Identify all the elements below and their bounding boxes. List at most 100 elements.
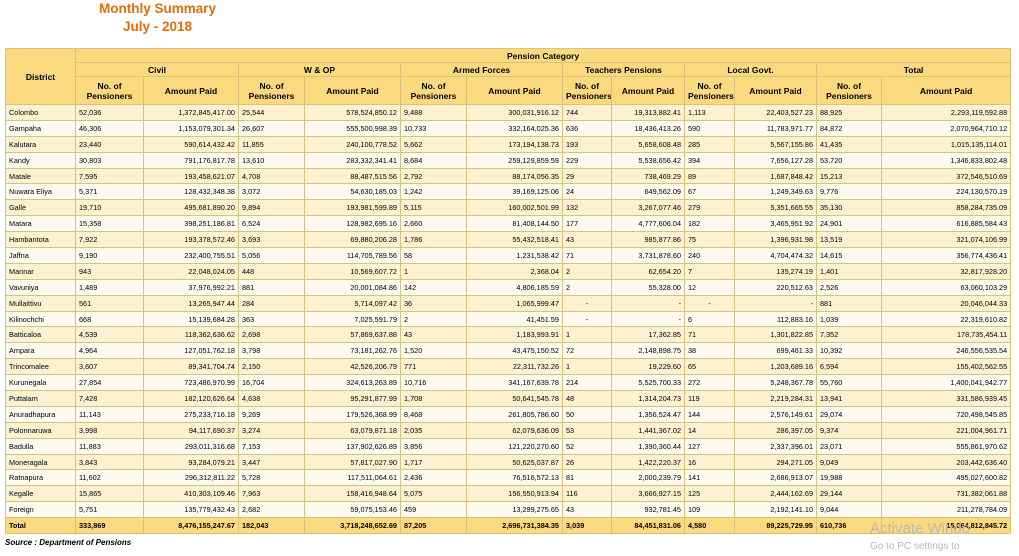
amount-paid-cell: 193,378,572.46 xyxy=(143,231,239,249)
pensioners-count-cell: 48 xyxy=(562,390,612,407)
amount-paid-cell: 1,390,360.44 xyxy=(611,437,685,455)
amount-paid-cell: 649,562.09 xyxy=(611,183,685,201)
amount-paid-cell: 246,556,535.54 xyxy=(880,342,1012,360)
pensioners-count-cell: 4,580 xyxy=(684,517,735,535)
pensioners-count-cell: 81 xyxy=(562,469,612,487)
amount-paid-cell: 321,074,106.99 xyxy=(880,231,1012,249)
pensioners-count-cell: 744 xyxy=(562,104,612,121)
amount-paid-cell: 22,319,610.82 xyxy=(880,310,1012,328)
amount-paid-cell: 495,681,890.20 xyxy=(143,199,239,217)
district-cell: Kilinochchi xyxy=(5,310,76,328)
pensioners-count-cell: 561 xyxy=(75,294,144,312)
report-title: Monthly Summary July - 2018 xyxy=(95,0,220,36)
amount-paid-cell: 398,251,186.81 xyxy=(143,215,239,233)
district-cell: Kegalle xyxy=(5,485,76,503)
amount-paid-cell: 300,031,916.12 xyxy=(466,104,563,121)
pensioners-count-cell: 668 xyxy=(75,310,144,328)
district-cell: Matara xyxy=(5,215,76,233)
pensioners-count-cell: 1,113 xyxy=(684,104,735,121)
amount-paid-cell: 220,512.63 xyxy=(734,278,817,296)
amount-paid-cell: 259,129,859.59 xyxy=(466,151,563,169)
pensioners-count-cell: 2,526 xyxy=(816,278,882,296)
pensioners-count-cell: 5,728 xyxy=(238,469,305,487)
amount-paid-cell: 118,362,636.62 xyxy=(143,326,239,344)
pensioners-count-cell: 2 xyxy=(400,310,467,328)
amount-paid-cell: 720,498,545.85 xyxy=(880,405,1012,423)
amount-paid-cell: 76,516,572.13 xyxy=(466,469,563,487)
amount-paid-cell: 19,313,882.41 xyxy=(611,104,685,121)
amount-paid-cell: 1,396,931.98 xyxy=(734,231,817,249)
pensioners-count-cell: 14,615 xyxy=(816,247,882,264)
pensioners-count-cell: 23,071 xyxy=(816,437,882,455)
amount-paid-cell: 731,382,061.88 xyxy=(880,485,1012,503)
pensioners-count-cell: 15,865 xyxy=(75,485,144,503)
pensioners-count-cell: 943 xyxy=(75,262,144,280)
district-cell: Kandy xyxy=(5,151,76,169)
amount-paid-cell: 121,220,270.60 xyxy=(466,437,563,455)
pensioners-count-cell: 2,150 xyxy=(238,358,305,376)
pensioners-count-cell: 71 xyxy=(684,326,735,344)
amount-paid-cell: 18,436,413.26 xyxy=(611,119,685,137)
amount-paid-cell: 2,070,964,710.12 xyxy=(880,119,1012,137)
amount-paid-cell: 13,265,947.44 xyxy=(143,294,239,312)
amount-paid-cell: 17,362.85 xyxy=(611,326,685,344)
pensioners-count-cell: 3,039 xyxy=(562,517,612,535)
table-row: Kalutara 23,440 590,614,432.42 11,855 240,10… xyxy=(5,135,1012,153)
pensioners-count-cell: 285 xyxy=(684,135,735,153)
pensioners-count-cell: 193 xyxy=(562,135,612,153)
pensioners-count-cell: 3,447 xyxy=(238,453,305,471)
amount-paid-cell: 3,267,077.46 xyxy=(611,199,685,217)
header-amount-paid: Amount Paid xyxy=(143,76,239,105)
table-row: Trincomalee 3,607 89,341,704.74 2,150 42,526… xyxy=(5,358,1012,376)
pensioners-count-cell: 10,392 xyxy=(816,342,882,360)
amount-paid-cell: 155,402,562.55 xyxy=(880,358,1012,376)
amount-paid-cell: 178,735,454.11 xyxy=(880,326,1012,344)
amount-paid-cell: 261,805,786.60 xyxy=(466,405,563,423)
source-note: Source : Department of Pensions xyxy=(5,538,132,547)
pensioners-count-cell: 4,708 xyxy=(238,167,305,185)
amount-paid-cell: 495,027,600.82 xyxy=(880,469,1012,487)
pensioners-count-cell: 3,798 xyxy=(238,342,305,360)
pensioners-count-cell: 4,539 xyxy=(75,326,144,344)
amount-paid-cell: 5,567,155.86 xyxy=(734,135,817,153)
pensioners-count-cell: 16 xyxy=(684,453,735,471)
header-no-of-pensioners: No. of Pensioners xyxy=(238,76,305,105)
table-row: Matale 7,595 193,458,621.07 4,708 88,487,515… xyxy=(5,167,1012,185)
table-row: Puttalam 7,428 182,120,626.64 4,638 95,291,8… xyxy=(5,390,1012,407)
amount-paid-cell: 1,203,689.16 xyxy=(734,358,817,376)
amount-paid-cell: 332,164,025.36 xyxy=(466,119,563,137)
pensioners-count-cell: 23,440 xyxy=(75,135,144,153)
header-pension-category: Pension Category xyxy=(74,48,1012,63)
amount-paid-cell: 50,625,037.87 xyxy=(466,453,563,471)
amount-paid-cell: 88,174,056.35 xyxy=(466,167,563,185)
pensioners-count-cell: 13,941 xyxy=(816,390,882,407)
pensioners-count-cell: 363 xyxy=(238,310,305,328)
table-row: Ratnapura 11,602 296,312,811.22 5,728 117,51… xyxy=(5,469,1012,487)
amount-paid-cell: 54,630,185.03 xyxy=(304,183,401,201)
table-row: Anuradhapura 11,143 275,233,716.18 9,269 179… xyxy=(5,405,1012,423)
amount-paid-cell: 3,731,878.60 xyxy=(611,247,685,264)
pensioners-count-cell: 3,607 xyxy=(75,358,144,376)
district-cell: Hambantota xyxy=(5,231,76,249)
amount-paid-cell: 95,291,877.99 xyxy=(304,390,401,407)
amount-paid-cell: 1,231,538.42 xyxy=(466,247,563,264)
pensioners-count-cell: 65 xyxy=(684,358,735,376)
pensioners-count-cell: 2,660 xyxy=(400,215,467,233)
pensioners-count-cell: 29 xyxy=(562,167,612,185)
district-cell: Mannar xyxy=(5,262,76,280)
title-line-1: Monthly Summary xyxy=(98,1,217,16)
pensioners-count-cell: 11,143 xyxy=(75,405,144,423)
amount-paid-cell: 55,328.00 xyxy=(611,278,685,296)
amount-paid-cell: 211,278,784.09 xyxy=(880,501,1012,519)
amount-paid-cell: 1,687,848.42 xyxy=(734,167,817,185)
district-cell: Batticaloa xyxy=(5,326,76,344)
table-row: Badulla 11,883 293,011,316.68 7,153 137,902,… xyxy=(5,437,1012,455)
pensioners-count-cell: 9,776 xyxy=(816,183,882,201)
table-row: Mannar 943 22,048,024.05 448 10,569,607.72 1 2… xyxy=(5,262,1012,280)
district-cell: Kurunegala xyxy=(5,374,76,392)
table-row: Kilinochchi 668 15,139,684.28 363 7,025,591.… xyxy=(5,310,1012,328)
pensioners-count-cell: 7,352 xyxy=(816,326,882,344)
amount-paid-cell: 240,100,778.52 xyxy=(304,135,401,153)
district-cell: Galle xyxy=(5,199,76,217)
amount-paid-cell: 112,883.16 xyxy=(734,310,817,328)
